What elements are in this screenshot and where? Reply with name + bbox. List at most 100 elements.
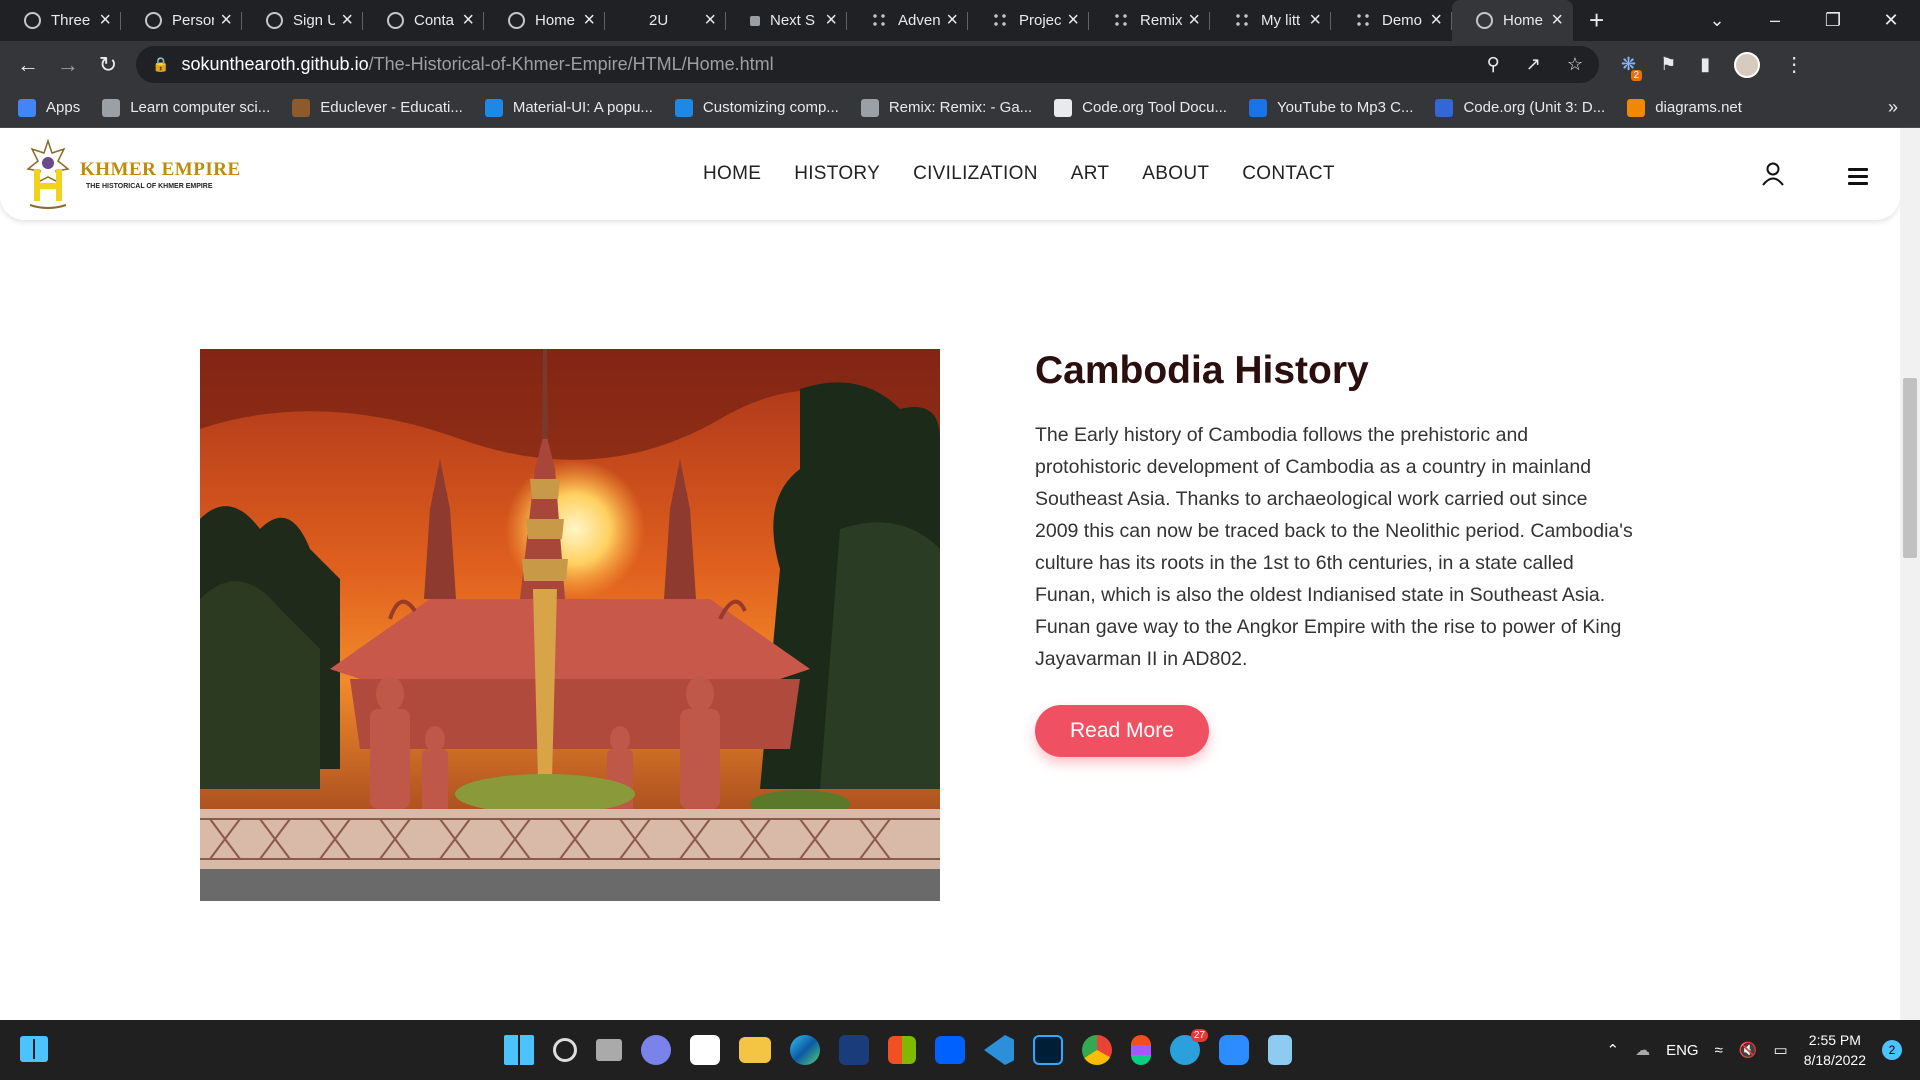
url-host: sokunthearoth.github.io (181, 54, 369, 74)
bookmark-item[interactable]: Code.org Tool Docu... (1054, 98, 1227, 117)
close-tab-icon[interactable]: × (220, 9, 232, 32)
nav-about[interactable]: ABOUT (1142, 163, 1209, 185)
close-tab-icon[interactable]: × (1430, 9, 1442, 32)
bookmark-item[interactable]: Customizing comp... (674, 98, 839, 117)
close-tab-icon[interactable]: × (825, 9, 837, 32)
browser-tab[interactable]: Next S × (726, 0, 847, 41)
bookmark-label: Apps (46, 99, 81, 116)
clock[interactable]: 2:55 PM 8/18/2022 (1804, 1030, 1866, 1070)
hamburger-menu-icon[interactable] (1848, 168, 1868, 189)
dropbox-icon[interactable] (935, 1036, 965, 1064)
user-icon[interactable] (1762, 162, 1784, 191)
bookmark-item[interactable]: diagrams.net (1627, 98, 1742, 117)
booking-icon[interactable] (839, 1035, 869, 1065)
close-tab-icon[interactable]: × (341, 9, 353, 32)
restore-icon[interactable]: ❐ (1804, 10, 1862, 31)
close-tab-icon[interactable]: × (1309, 9, 1321, 32)
photoshop-icon[interactable] (1033, 1035, 1063, 1065)
notification-badge[interactable]: 2 (1882, 1040, 1902, 1060)
telegram-icon[interactable]: 27 (1170, 1029, 1208, 1065)
close-tab-icon[interactable]: × (704, 9, 716, 32)
minimize-icon[interactable]: – (1746, 10, 1804, 31)
bookmark-star-icon[interactable]: ☆ (1567, 54, 1583, 75)
chevron-up-icon[interactable]: ⌃ (1607, 1041, 1620, 1059)
browser-tab[interactable]: Demo × (1331, 0, 1452, 41)
share-icon[interactable]: ↗ (1526, 54, 1541, 75)
close-tab-icon[interactable]: × (1188, 9, 1200, 32)
file-explorer-icon[interactable] (739, 1037, 771, 1063)
tab-search-icon[interactable]: ⌄ (1688, 10, 1746, 31)
amazon-icon[interactable] (690, 1035, 720, 1065)
new-tab-icon[interactable]: + (1589, 5, 1604, 36)
browser-tab[interactable]: Persor × (121, 0, 242, 41)
browser-tab[interactable]: Sign U × (242, 0, 363, 41)
close-tab-icon[interactable]: × (99, 9, 111, 32)
address-bar[interactable]: 🔒 sokunthearoth.github.io/The-Historical… (136, 46, 1599, 83)
close-tab-icon[interactable]: × (1067, 9, 1079, 32)
zoom-app-icon[interactable] (1219, 1035, 1249, 1065)
wifi-icon[interactable]: ≈ (1715, 1042, 1723, 1059)
close-tab-icon[interactable]: × (462, 9, 474, 32)
nav-civilization[interactable]: CIVILIZATION (913, 163, 1038, 185)
tab-label: Projec (1019, 12, 1062, 29)
menu-dots-icon[interactable]: ⋮ (1784, 52, 1804, 77)
browser-tab[interactable]: My litt × (1210, 0, 1331, 41)
browser-tab[interactable]: Adven × (847, 0, 968, 41)
close-tab-icon[interactable]: × (946, 9, 958, 32)
reload-icon[interactable]: ↻ (88, 52, 128, 78)
site-logo[interactable]: KHMER EMPIRE THE HISTORICAL OF KHMER EMP… (24, 138, 241, 209)
browser-tab[interactable]: Conta × (363, 0, 484, 41)
bookmarks-overflow-icon[interactable]: » (1888, 97, 1898, 118)
back-icon[interactable]: ← (8, 52, 48, 78)
volume-muted-icon[interactable]: 🔇 (1739, 1041, 1758, 1059)
language-indicator[interactable]: ENG (1666, 1042, 1699, 1059)
grid-icon (871, 12, 888, 29)
onedrive-icon[interactable]: ☁ (1635, 1041, 1650, 1059)
edge-icon[interactable] (790, 1035, 820, 1065)
bookmark-item[interactable]: Code.org (Unit 3: D... (1435, 98, 1605, 117)
bookmark-item[interactable]: Educlever - Educati... (292, 98, 463, 117)
task-view-icon[interactable] (596, 1039, 622, 1061)
zoom-icon[interactable]: ⚲ (1487, 54, 1500, 75)
browser-tab[interactable]: Home × (484, 0, 605, 41)
microsoft-store-icon[interactable] (888, 1036, 916, 1064)
browser-tab[interactable]: Remix × (1089, 0, 1210, 41)
teams-chat-icon[interactable] (641, 1035, 671, 1065)
vscode-icon[interactable] (984, 1035, 1014, 1065)
nav-history[interactable]: HISTORY (794, 163, 880, 185)
widgets-icon[interactable] (20, 1036, 48, 1062)
bookmark-item[interactable]: Learn computer sci... (102, 98, 270, 117)
puzzle-icon[interactable]: ⚑ (1660, 54, 1676, 75)
bookmark-favicon-icon (1248, 98, 1267, 117)
extension-icon[interactable]: ❋ 2 (1621, 54, 1643, 81)
notepad-icon[interactable] (1268, 1035, 1292, 1065)
close-tab-icon[interactable]: × (1551, 9, 1563, 32)
bookmark-item[interactable]: YouTube to Mp3 C... (1248, 98, 1413, 117)
browser-tab[interactable]: Projec × (968, 0, 1089, 41)
battery-icon[interactable]: ▭ (1774, 1041, 1788, 1059)
browser-tab[interactable]: Three × (0, 0, 121, 41)
nav-contact[interactable]: CONTACT (1242, 163, 1335, 185)
chrome-icon[interactable] (1082, 1035, 1112, 1065)
browser-tab[interactable]: Home × (1452, 0, 1573, 41)
windows-start-icon[interactable] (504, 1035, 534, 1065)
forward-icon[interactable]: → (48, 52, 88, 78)
bookmark-label: Material-UI: A popu... (512, 99, 653, 116)
bookmark-item[interactable]: Material-UI: A popu... (484, 98, 653, 117)
figma-icon[interactable] (1131, 1035, 1151, 1065)
nav-art[interactable]: ART (1071, 163, 1110, 185)
grid-icon (1113, 12, 1130, 29)
browser-tab[interactable]: 2U × (605, 0, 726, 41)
scrollbar-thumb[interactable] (1903, 378, 1917, 558)
close-tab-icon[interactable]: × (583, 9, 595, 32)
clock-time: 2:55 PM (1808, 1032, 1861, 1048)
close-window-icon[interactable]: ✕ (1862, 10, 1920, 31)
nav-home[interactable]: HOME (703, 163, 761, 185)
read-more-button[interactable]: Read More (1035, 705, 1209, 757)
search-icon[interactable] (553, 1038, 577, 1062)
profile-avatar[interactable] (1734, 51, 1761, 78)
bookmark-item[interactable]: Apps (18, 98, 81, 117)
page-scrollbar[interactable] (1900, 128, 1920, 1020)
side-panel-icon[interactable]: ▮ (1700, 54, 1710, 75)
bookmark-item[interactable]: Remix: Remix: - Ga... (860, 98, 1032, 117)
